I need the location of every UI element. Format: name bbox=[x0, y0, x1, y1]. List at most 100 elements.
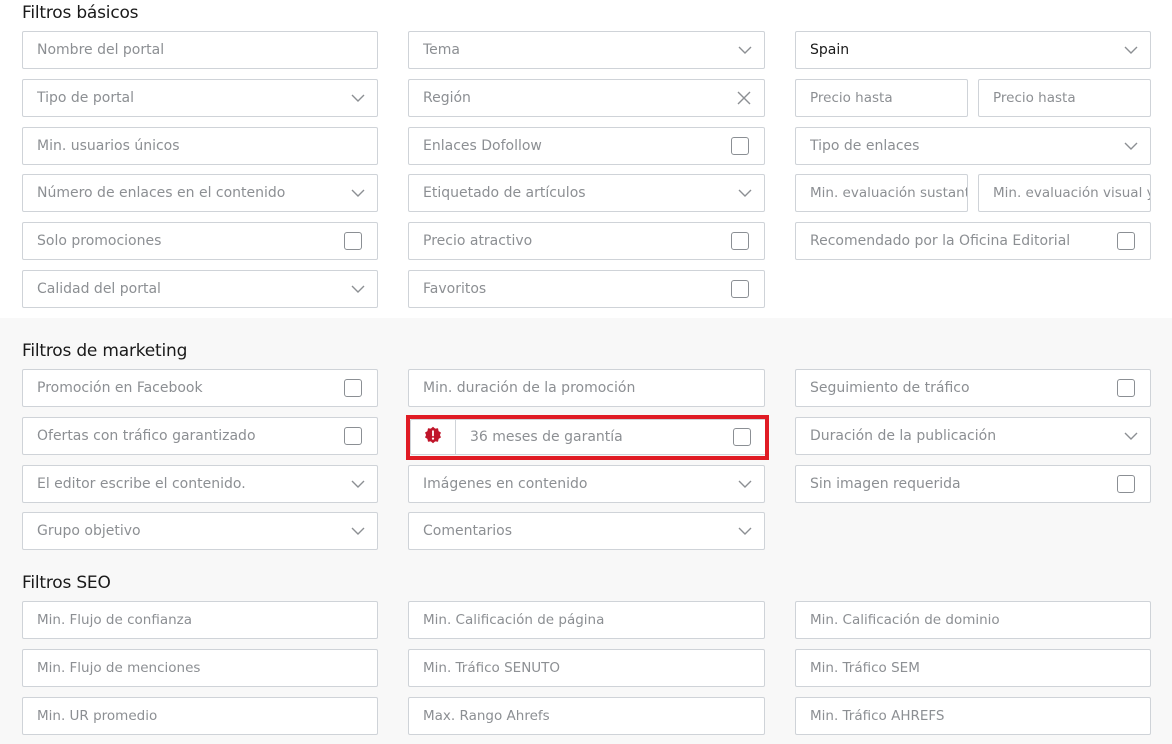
chevron-down-icon bbox=[351, 91, 365, 105]
duracion-publicacion-label: Duración de la publicación bbox=[810, 428, 997, 444]
comentarios-select[interactable]: Comentarios bbox=[408, 512, 765, 550]
min-eval-sustantiva-placeholder: Min. evaluación sustantiva bbox=[810, 185, 967, 201]
solo-promociones-checkbox[interactable] bbox=[344, 232, 362, 250]
sin-imagen-field[interactable]: Sin imagen requerida bbox=[795, 465, 1151, 503]
calidad-select[interactable]: Calidad del portal bbox=[22, 270, 378, 308]
flujo-menciones-input[interactable]: Min. Flujo de menciones bbox=[22, 649, 378, 687]
grupo-label: Grupo objetivo bbox=[37, 523, 141, 539]
trafico-senuto-placeholder: Min. Tráfico SENUTO bbox=[423, 660, 561, 676]
price-from-input[interactable]: Precio hasta bbox=[795, 79, 968, 117]
ofertas-trafico-checkbox[interactable] bbox=[344, 427, 362, 445]
sin-imagen-checkbox[interactable] bbox=[1117, 475, 1135, 493]
calif-dominio-input[interactable]: Min. Calificación de dominio bbox=[795, 601, 1151, 639]
chevron-down-icon bbox=[351, 282, 365, 296]
portal-name-input[interactable]: Nombre del portal bbox=[22, 31, 378, 69]
sin-imagen-label: Sin imagen requerida bbox=[810, 476, 961, 492]
price-from-placeholder: Precio hasta bbox=[810, 90, 893, 106]
chevron-down-icon bbox=[738, 477, 752, 491]
price-to-input[interactable]: Precio hasta bbox=[978, 79, 1151, 117]
recomendado-checkbox[interactable] bbox=[1117, 232, 1135, 250]
facebook-field[interactable]: Promoción en Facebook bbox=[22, 369, 378, 407]
min-eval-visual-input[interactable]: Min. evaluación visual y bbox=[978, 174, 1151, 212]
precio-atractivo-checkbox[interactable] bbox=[731, 232, 749, 250]
country-select[interactable]: Spain bbox=[795, 31, 1151, 69]
trafico-senuto-input[interactable]: Min. Tráfico SENUTO bbox=[408, 649, 765, 687]
imagenes-select[interactable]: Imágenes en contenido bbox=[408, 465, 765, 503]
trafico-ahrefs-placeholder: Min. Tráfico AHREFS bbox=[810, 708, 945, 724]
facebook-checkbox[interactable] bbox=[344, 379, 362, 397]
flujo-menciones-placeholder: Min. Flujo de menciones bbox=[37, 660, 201, 676]
trafico-sem-placeholder: Min. Tráfico SEM bbox=[810, 660, 920, 676]
chevron-down-icon bbox=[351, 524, 365, 538]
favoritos-label: Favoritos bbox=[423, 281, 487, 297]
ofertas-trafico-label: Ofertas con tráfico garantizado bbox=[37, 428, 256, 444]
chevron-down-icon bbox=[738, 524, 752, 538]
ur-promedio-placeholder: Min. UR promedio bbox=[37, 708, 158, 724]
etiquetado-label: Etiquetado de artículos bbox=[423, 185, 586, 201]
facebook-label: Promoción en Facebook bbox=[37, 380, 203, 396]
calif-pagina-input[interactable]: Min. Calificación de página bbox=[408, 601, 765, 639]
min-eval-sustantiva-input[interactable]: Min. evaluación sustantiva bbox=[795, 174, 968, 212]
min-duracion-placeholder: Min. duración de la promoción bbox=[423, 380, 636, 396]
grupo-select[interactable]: Grupo objetivo bbox=[22, 512, 378, 550]
num-enlaces-label: Número de enlaces en el contenido bbox=[37, 185, 286, 201]
solo-promociones-label: Solo promociones bbox=[37, 233, 162, 249]
rango-ahrefs-input[interactable]: Max. Rango Ahrefs bbox=[408, 697, 765, 735]
chevron-down-icon bbox=[1124, 43, 1138, 57]
flujo-confianza-placeholder: Min. Flujo de confianza bbox=[37, 612, 193, 628]
price-to-placeholder: Precio hasta bbox=[993, 90, 1076, 106]
basic-filters-title: Filtros básicos bbox=[22, 3, 139, 23]
region-select[interactable]: Región bbox=[408, 79, 765, 117]
chevron-down-icon bbox=[1124, 429, 1138, 443]
imagenes-label: Imágenes en contenido bbox=[423, 476, 588, 492]
chevron-down-icon bbox=[1124, 139, 1138, 153]
etiquetado-select[interactable]: Etiquetado de artículos bbox=[408, 174, 765, 212]
tema-select[interactable]: Tema bbox=[408, 31, 765, 69]
precio-atractivo-field[interactable]: Precio atractivo bbox=[408, 222, 765, 260]
rango-ahrefs-placeholder: Max. Rango Ahrefs bbox=[423, 708, 550, 724]
chevron-down-icon bbox=[738, 43, 752, 57]
min-duracion-input[interactable]: Min. duración de la promoción bbox=[408, 369, 765, 407]
editor-label: El editor escribe el contenido. bbox=[37, 476, 246, 492]
ofertas-trafico-field[interactable]: Ofertas con tráfico garantizado bbox=[22, 417, 378, 455]
num-enlaces-select[interactable]: Número de enlaces en el contenido bbox=[22, 174, 378, 212]
trafico-sem-input[interactable]: Min. Tráfico SEM bbox=[795, 649, 1151, 687]
region-label: Región bbox=[423, 90, 471, 106]
close-icon[interactable] bbox=[736, 90, 752, 106]
comentarios-label: Comentarios bbox=[423, 523, 513, 539]
country-value: Spain bbox=[810, 42, 850, 58]
portal-name-placeholder: Nombre del portal bbox=[37, 42, 165, 58]
dofollow-label: Enlaces Dofollow bbox=[423, 138, 542, 154]
tema-label: Tema bbox=[423, 42, 461, 58]
favoritos-checkbox[interactable] bbox=[731, 280, 749, 298]
dofollow-checkbox[interactable] bbox=[731, 137, 749, 155]
tipo-enlaces-select[interactable]: Tipo de enlaces bbox=[795, 127, 1151, 165]
ur-promedio-input[interactable]: Min. UR promedio bbox=[22, 697, 378, 735]
favoritos-field[interactable]: Favoritos bbox=[408, 270, 765, 308]
solo-promociones-field[interactable]: Solo promociones bbox=[22, 222, 378, 260]
seguimiento-field[interactable]: Seguimiento de tráfico bbox=[795, 369, 1151, 407]
tipo-enlaces-label: Tipo de enlaces bbox=[810, 138, 920, 154]
dofollow-checkbox-field[interactable]: Enlaces Dofollow bbox=[408, 127, 765, 165]
precio-atractivo-label: Precio atractivo bbox=[423, 233, 533, 249]
flujo-confianza-input[interactable]: Min. Flujo de confianza bbox=[22, 601, 378, 639]
calif-pagina-placeholder: Min. Calificación de página bbox=[423, 612, 605, 628]
recomendado-label: Recomendado por la Oficina Editorial bbox=[810, 233, 1071, 249]
chevron-down-icon bbox=[351, 186, 365, 200]
min-users-placeholder: Min. usuarios únicos bbox=[37, 138, 180, 154]
calidad-label: Calidad del portal bbox=[37, 281, 161, 297]
editor-select[interactable]: El editor escribe el contenido. bbox=[22, 465, 378, 503]
recomendado-field[interactable]: Recomendado por la Oficina Editorial bbox=[795, 222, 1151, 260]
seo-filters-title: Filtros SEO bbox=[22, 573, 111, 593]
trafico-ahrefs-input[interactable]: Min. Tráfico AHREFS bbox=[795, 697, 1151, 735]
chevron-down-icon bbox=[351, 477, 365, 491]
min-users-input[interactable]: Min. usuarios únicos bbox=[22, 127, 378, 165]
min-eval-visual-placeholder: Min. evaluación visual y bbox=[993, 185, 1150, 201]
duracion-publicacion-select[interactable]: Duración de la publicación bbox=[795, 417, 1151, 455]
seguimiento-checkbox[interactable] bbox=[1117, 379, 1135, 397]
tipo-portal-select[interactable]: Tipo de portal bbox=[22, 79, 378, 117]
highlight-box bbox=[406, 415, 769, 460]
tipo-portal-label: Tipo de portal bbox=[37, 90, 135, 106]
calif-dominio-placeholder: Min. Calificación de dominio bbox=[810, 612, 1000, 628]
seguimiento-label: Seguimiento de tráfico bbox=[810, 380, 970, 396]
